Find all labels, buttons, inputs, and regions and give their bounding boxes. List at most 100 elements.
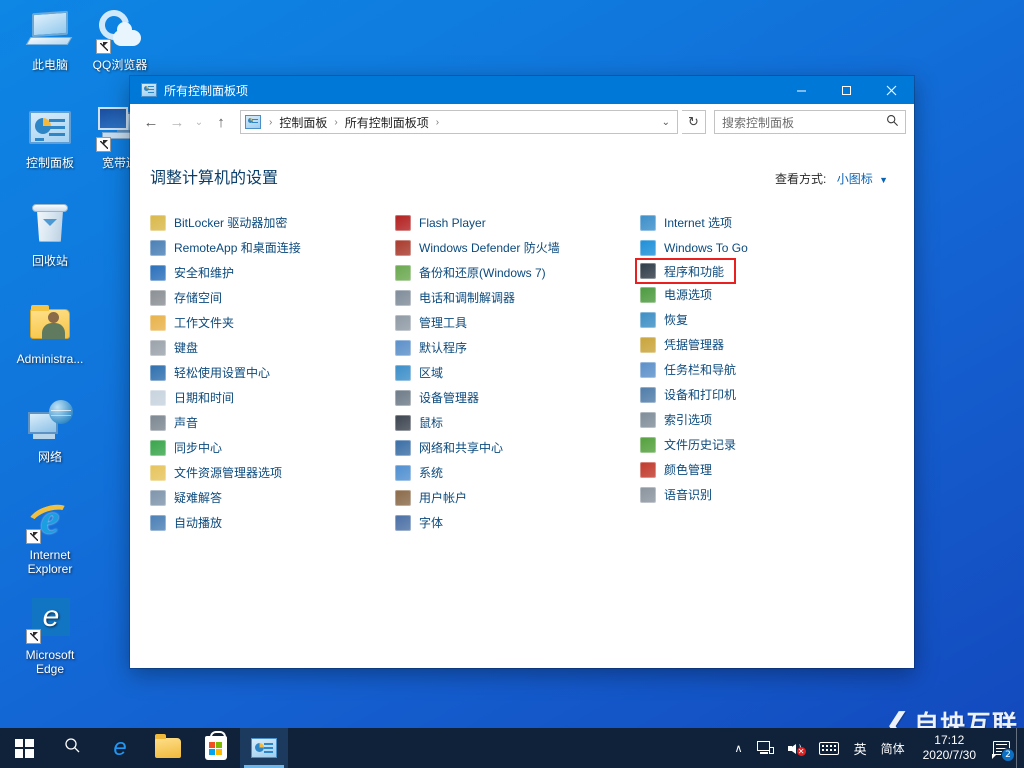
control-panel-icon	[26, 104, 74, 152]
desktop-icon-internet-explorer[interactable]: e Internet Explorer	[10, 496, 90, 576]
control-panel-item[interactable]: 鼠标	[393, 410, 638, 435]
control-panel-item[interactable]: 管理工具	[393, 310, 638, 335]
control-panel-item[interactable]: 索引选项	[638, 407, 883, 432]
control-panel-item[interactable]: 电话和调制解调器	[393, 285, 638, 310]
desktop-icon-recycle-bin[interactable]: 回收站	[10, 202, 90, 268]
ime-mode-indicator[interactable]: 英	[846, 728, 875, 768]
up-button[interactable]: ↑	[208, 109, 234, 135]
control-panel-item[interactable]: 安全和维护	[148, 260, 393, 285]
control-panel-item[interactable]: 文件历史记录	[638, 432, 883, 457]
search-box[interactable]: 搜索控制面板	[714, 110, 906, 134]
control-panel-item[interactable]: 键盘	[148, 335, 393, 360]
desktop-icon-network[interactable]: 网络	[10, 398, 90, 464]
control-panel-item[interactable]: 系统	[393, 460, 638, 485]
chevron-down-icon[interactable]: ⌄	[655, 117, 677, 128]
control-panel-item[interactable]: 文件资源管理器选项	[148, 460, 393, 485]
control-panel-item[interactable]: Internet 选项	[638, 210, 883, 235]
notification-center-button[interactable]: 2	[986, 728, 1016, 768]
page-title: 调整计算机的设置	[150, 170, 279, 187]
control-panel-item[interactable]: 语音识别	[638, 482, 883, 507]
desktop-icon-control-panel[interactable]: 控制面板	[10, 104, 90, 170]
control-panel-item[interactable]: 同步中心	[148, 435, 393, 460]
control-panel-item[interactable]: 字体	[393, 510, 638, 535]
internet-options-icon	[640, 214, 656, 231]
view-mode-selector[interactable]: 查看方式: 小图标 ▼	[775, 170, 888, 187]
desktop-icon-label: 网络	[37, 450, 62, 464]
clock[interactable]: 17:12 2020/7/30	[911, 733, 986, 763]
control-panel-item[interactable]: 备份和还原(Windows 7)	[393, 260, 638, 285]
control-panel-item[interactable]: 自动播放	[148, 510, 393, 535]
control-panel-item-label: 任务栏和导航	[664, 363, 737, 377]
control-panel-item-label: 同步中心	[174, 441, 223, 455]
control-panel-item-label: 区域	[419, 366, 444, 380]
control-panel-item[interactable]: 电源选项	[638, 282, 883, 307]
minimize-button[interactable]	[779, 76, 824, 104]
maximize-button[interactable]	[824, 76, 869, 104]
control-panel-item[interactable]: 日期和时间	[148, 385, 393, 410]
control-panel-item[interactable]: Flash Player	[393, 210, 638, 235]
system-icon	[395, 464, 411, 481]
network-tray-icon[interactable]	[750, 728, 781, 768]
sound-icon	[150, 414, 166, 431]
breadcrumb-separator[interactable]: ›	[430, 117, 445, 128]
chevron-down-icon[interactable]: ▼	[879, 175, 888, 185]
taskbar-edge-button[interactable]: e	[96, 728, 144, 768]
address-bar[interactable]: › 控制面板 › 所有控制面板项 › ⌄	[240, 110, 678, 134]
forward-button[interactable]: →	[164, 109, 190, 135]
network-sharing-icon	[395, 439, 411, 456]
speech-recognition-icon	[640, 486, 656, 503]
taskbar-search-button[interactable]	[48, 728, 96, 768]
desktop-icon-administrator[interactable]: Administra...	[10, 300, 90, 366]
breadcrumb-separator: ›	[269, 116, 273, 128]
control-panel-item-label: 存储空间	[174, 291, 223, 305]
taskbar: e ∧ ✕ 英 简体 17:12 2020/7/30 2	[0, 728, 1024, 768]
view-mode-value[interactable]: 小图标	[837, 172, 873, 186]
back-button[interactable]: ←	[138, 109, 164, 135]
file-history-icon	[640, 436, 656, 453]
storage-spaces-icon	[150, 289, 166, 306]
control-panel-item[interactable]: 任务栏和导航	[638, 357, 883, 382]
control-panel-item[interactable]: 轻松使用设置中心	[148, 360, 393, 385]
desktop-icon-qq-browser[interactable]: QQ浏览器	[80, 4, 160, 72]
close-button[interactable]	[869, 76, 914, 104]
volume-muted-icon[interactable]: ✕	[781, 728, 812, 768]
shortcut-arrow-icon	[96, 137, 111, 152]
control-panel-item[interactable]: 存储空间	[148, 285, 393, 310]
breadcrumb-control-panel[interactable]: 控制面板	[278, 114, 328, 131]
start-button[interactable]	[0, 728, 48, 768]
keyboard-tray-icon[interactable]	[812, 728, 846, 768]
refresh-button[interactable]: ↻	[682, 110, 706, 134]
control-panel-item[interactable]: BitLocker 驱动器加密	[148, 210, 393, 235]
control-panel-item[interactable]: Windows To Go	[638, 235, 883, 260]
show-desktop-button[interactable]	[1016, 728, 1024, 768]
breadcrumb-all-items[interactable]: 所有控制面板项	[344, 114, 430, 131]
control-panel-item[interactable]: 区域	[393, 360, 638, 385]
control-panel-item[interactable]: 凭据管理器	[638, 332, 883, 357]
ime-shape-indicator[interactable]: 简体	[875, 728, 911, 768]
control-panel-item-label: 索引选项	[664, 413, 713, 427]
control-panel-item[interactable]: 程序和功能	[635, 258, 736, 284]
recent-locations-button[interactable]: ⌄	[190, 109, 208, 135]
taskbar-store-button[interactable]	[192, 728, 240, 768]
show-hidden-icons-button[interactable]: ∧	[728, 728, 750, 768]
desktop-icon-microsoft-edge[interactable]: e Microsoft Edge	[10, 596, 90, 676]
control-panel-item[interactable]: 疑难解答	[148, 485, 393, 510]
control-panel-item[interactable]: 颜色管理	[638, 457, 883, 482]
control-panel-item[interactable]: 网络和共享中心	[393, 435, 638, 460]
control-panel-item[interactable]: 设备管理器	[393, 385, 638, 410]
control-panel-item[interactable]: 工作文件夹	[148, 310, 393, 335]
control-panel-item[interactable]: 默认程序	[393, 335, 638, 360]
control-panel-item[interactable]: RemoteApp 和桌面连接	[148, 235, 393, 260]
control-panel-item[interactable]: 恢复	[638, 307, 883, 332]
control-panel-item[interactable]: 声音	[148, 410, 393, 435]
search-input[interactable]: 搜索控制面板	[715, 114, 879, 131]
control-panel-item[interactable]: 用户帐户	[393, 485, 638, 510]
control-panel-item-label: BitLocker 驱动器加密	[174, 216, 288, 230]
taskbar-file-explorer-button[interactable]	[144, 728, 192, 768]
window-titlebar[interactable]: 所有控制面板项	[130, 76, 914, 104]
control-panel-item[interactable]: 设备和打印机	[638, 382, 883, 407]
control-panel-item[interactable]: Windows Defender 防火墙	[393, 235, 638, 260]
taskbar-control-panel-button[interactable]	[240, 728, 288, 768]
desktop-icon-this-pc[interactable]: 此电脑	[10, 6, 90, 72]
notification-count-badge: 2	[1001, 748, 1015, 762]
